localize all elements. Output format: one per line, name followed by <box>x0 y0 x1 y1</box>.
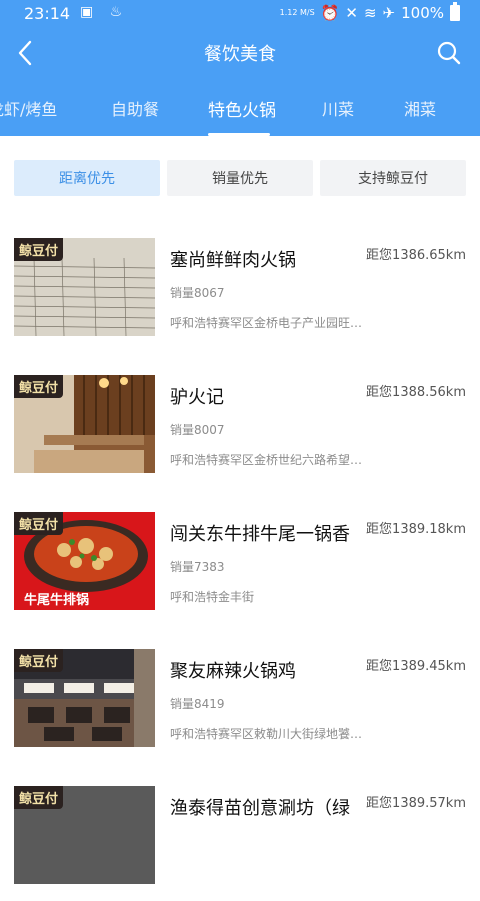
restaurant-name: 闯关东牛排牛尾一锅香 <box>170 524 350 545</box>
tab-hunan[interactable]: 湘菜 <box>404 96 436 120</box>
battery-icon <box>450 2 460 21</box>
restaurant-name: 渔泰得苗创意涮坊（绿 <box>170 798 350 819</box>
list-item[interactable]: 鲸豆付 塞尚鲜鲜肉火锅 距您1386.65km 销量8067 呼和浩特赛罕区金桥… <box>0 216 480 353</box>
notification-icons: ▣ ♨ <box>80 4 129 20</box>
photo-caption: 牛尾牛排锅 <box>24 593 90 608</box>
restaurant-distance: 距您1386.65km <box>366 248 466 263</box>
restaurant-photo: 鲸豆付 <box>14 375 155 473</box>
restaurant-sales: 销量7383 <box>170 560 225 574</box>
restaurant-address: 呼和浩特金丰街 <box>170 590 255 604</box>
list-item[interactable]: 鲸豆付 渔泰得苗创意涮坊（绿 距您1389.57km <box>0 764 480 901</box>
restaurant-distance: 距您1389.45km <box>366 659 466 674</box>
wifi-icon: ≋ <box>363 4 377 22</box>
restaurant-distance: 距您1389.57km <box>366 796 466 811</box>
status-bar: 23:14 ▣ ♨ 1.12 M/S ⏰ ✕ ≋ ✈ 100% <box>0 0 480 28</box>
restaurant-photo: 鲸豆付 牛尾牛排锅 <box>14 512 155 610</box>
mute-icon: ✕ <box>345 4 358 22</box>
nav-bar: 餐饮美食 <box>0 28 480 78</box>
tab-lobster-fish[interactable]: 龙虾/烤鱼 <box>0 96 57 120</box>
sort-filters: 距离优先 销量优先 支持鲸豆付 <box>0 136 480 216</box>
restaurant-address: 呼和浩特赛罕区金桥电子产业园旺… <box>170 316 363 330</box>
restaurant-address: 呼和浩特赛罕区敕勒川大街绿地饕… <box>170 727 363 741</box>
network-speed: 1.12 M/S <box>279 8 315 17</box>
jingdou-badge: 鲸豆付 <box>14 512 64 535</box>
list-item[interactable]: 鲸豆付 驴火记 距您1388.56km 销量8007 呼和浩特赛罕区金桥世纪六路… <box>0 353 480 490</box>
restaurant-address: 呼和浩特赛罕区金桥世纪六路希望… <box>170 453 363 467</box>
restaurant-name: 驴火记 <box>170 387 224 408</box>
restaurant-sales: 销量8067 <box>170 286 225 300</box>
jingdou-badge: 鲸豆付 <box>14 786 64 809</box>
alarm-icon: ⏰ <box>320 4 340 22</box>
page-title: 餐饮美食 <box>204 44 276 65</box>
restaurant-photo: 鲸豆付 <box>14 786 155 884</box>
battery-text: 100% <box>401 4 444 22</box>
restaurant-name: 聚友麻辣火锅鸡 <box>170 661 296 682</box>
restaurant-photo: 鲸豆付 <box>14 649 155 747</box>
restaurant-distance: 距您1388.56km <box>366 385 466 400</box>
list-item[interactable]: 鲸豆付 聚友麻辣火锅鸡 距您1389.45km 销量8419 呼和浩特赛罕区敕勒… <box>0 627 480 764</box>
jingdou-badge: 鲸豆付 <box>14 238 64 261</box>
status-time: 23:14 <box>24 4 71 23</box>
tab-sichuan[interactable]: 川菜 <box>322 96 354 120</box>
filter-jingdou-button[interactable]: 支持鲸豆付 <box>320 160 466 196</box>
search-icon <box>437 41 461 65</box>
jingdou-badge: 鲸豆付 <box>14 375 64 398</box>
search-button[interactable] <box>432 36 466 70</box>
list-item[interactable]: 鲸豆付 牛尾牛排锅 闯关东牛排牛尾一锅香 距您1389.18km 销量7383 … <box>0 490 480 627</box>
restaurant-name: 塞尚鲜鲜肉火锅 <box>170 250 296 271</box>
restaurant-photo: 鲸豆付 <box>14 238 155 336</box>
category-tabs: 龙虾/烤鱼 自助餐 特色火锅 川菜 湘菜 <box>0 84 480 136</box>
filter-distance-button[interactable]: 距离优先 <box>14 160 160 196</box>
airplane-icon: ✈ <box>382 4 396 22</box>
restaurant-sales: 销量8419 <box>170 697 225 711</box>
restaurant-sales: 销量8007 <box>170 423 225 437</box>
filter-sales-button[interactable]: 销量优先 <box>167 160 313 196</box>
app-header: 23:14 ▣ ♨ 1.12 M/S ⏰ ✕ ≋ ✈ 100% 餐饮美食 龙虾/… <box>0 0 480 136</box>
tab-hotpot[interactable]: 特色火锅 <box>208 96 276 121</box>
restaurant-distance: 距您1389.18km <box>366 522 466 537</box>
jingdou-badge: 鲸豆付 <box>14 649 64 672</box>
tab-buffet[interactable]: 自助餐 <box>111 96 159 120</box>
status-right: 1.12 M/S ⏰ ✕ ≋ ✈ 100% <box>279 2 460 22</box>
